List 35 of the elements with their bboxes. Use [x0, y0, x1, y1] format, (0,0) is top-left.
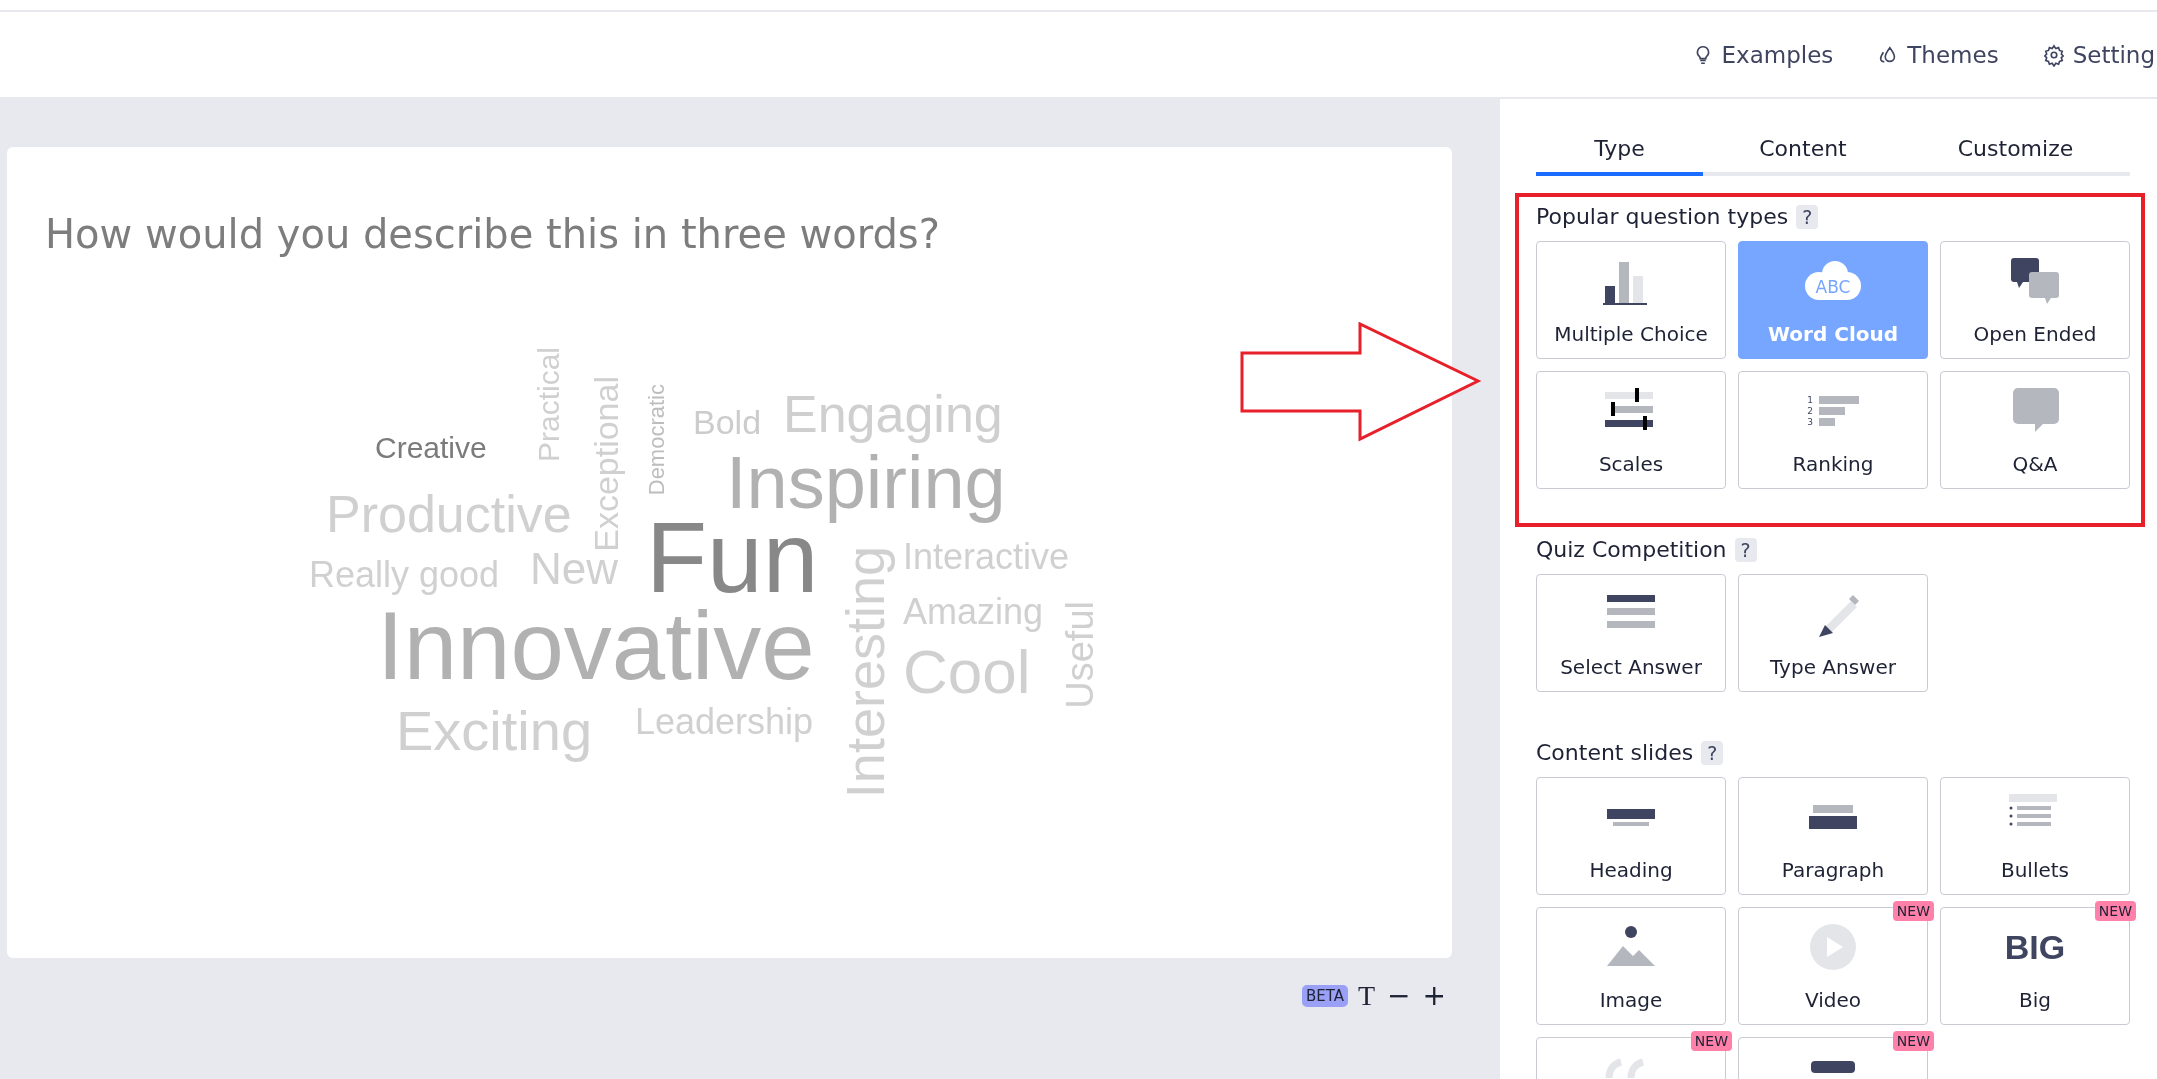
increase-button[interactable]: + — [1420, 982, 1448, 1010]
new-badge: NEW — [1892, 901, 1934, 921]
panel-tab[interactable]: Customize — [1903, 124, 2128, 176]
new-badge: NEW — [2094, 901, 2136, 921]
slide-type-card[interactable]: Type Answer — [1738, 574, 1928, 692]
slide-type-card[interactable]: Select Answer — [1536, 574, 1726, 692]
new-badge: NEW — [1690, 1031, 1732, 1051]
header-link[interactable]: Themes — [1877, 41, 1999, 68]
beta-badge: BETA — [1301, 985, 1348, 1007]
big-text-icon: BIG — [2004, 923, 2066, 971]
section-title: Quiz Competition — [1536, 537, 1727, 562]
text-style-button[interactable]: T — [1355, 982, 1378, 1010]
slide-type-card[interactable]: Image — [1536, 907, 1726, 1025]
slide-type-card[interactable]: 1 2 3 Ranking — [1738, 371, 1928, 489]
slide-type-card[interactable]: Heading — [1536, 777, 1726, 895]
slide-type-card[interactable]: Multiple Choice — [1536, 241, 1726, 359]
cloud-word: Democratic — [646, 384, 668, 496]
slide-type-card[interactable]: Paragraph — [1738, 777, 1928, 895]
section-title: Popular question types — [1536, 204, 1789, 229]
slide-type-card[interactable]: Open Ended — [1940, 241, 2130, 359]
section-title: Content slides — [1536, 740, 1694, 765]
help-button[interactable]: ? — [1796, 204, 1819, 229]
panel-tab[interactable]: Content — [1703, 124, 1903, 176]
help-button[interactable]: ? — [1734, 537, 1757, 562]
cloud-word: Creative — [375, 433, 487, 463]
decrease-button[interactable]: − — [1385, 982, 1413, 1010]
question-title: How would you describe this in three words? — [45, 211, 941, 257]
new-badge: NEW — [1892, 1031, 1934, 1051]
slide-type-card[interactable]: Bullets — [1940, 777, 2130, 895]
panel-tab[interactable]: Type — [1536, 124, 1703, 176]
slide-type-card[interactable]: Q&A — [1940, 371, 2130, 489]
header-link[interactable]: Setting — [2042, 41, 2155, 68]
header-link[interactable]: Examples — [1691, 41, 1834, 68]
slide-type-card[interactable]: Scales — [1536, 371, 1726, 489]
help-button[interactable]: ? — [1701, 740, 1724, 765]
